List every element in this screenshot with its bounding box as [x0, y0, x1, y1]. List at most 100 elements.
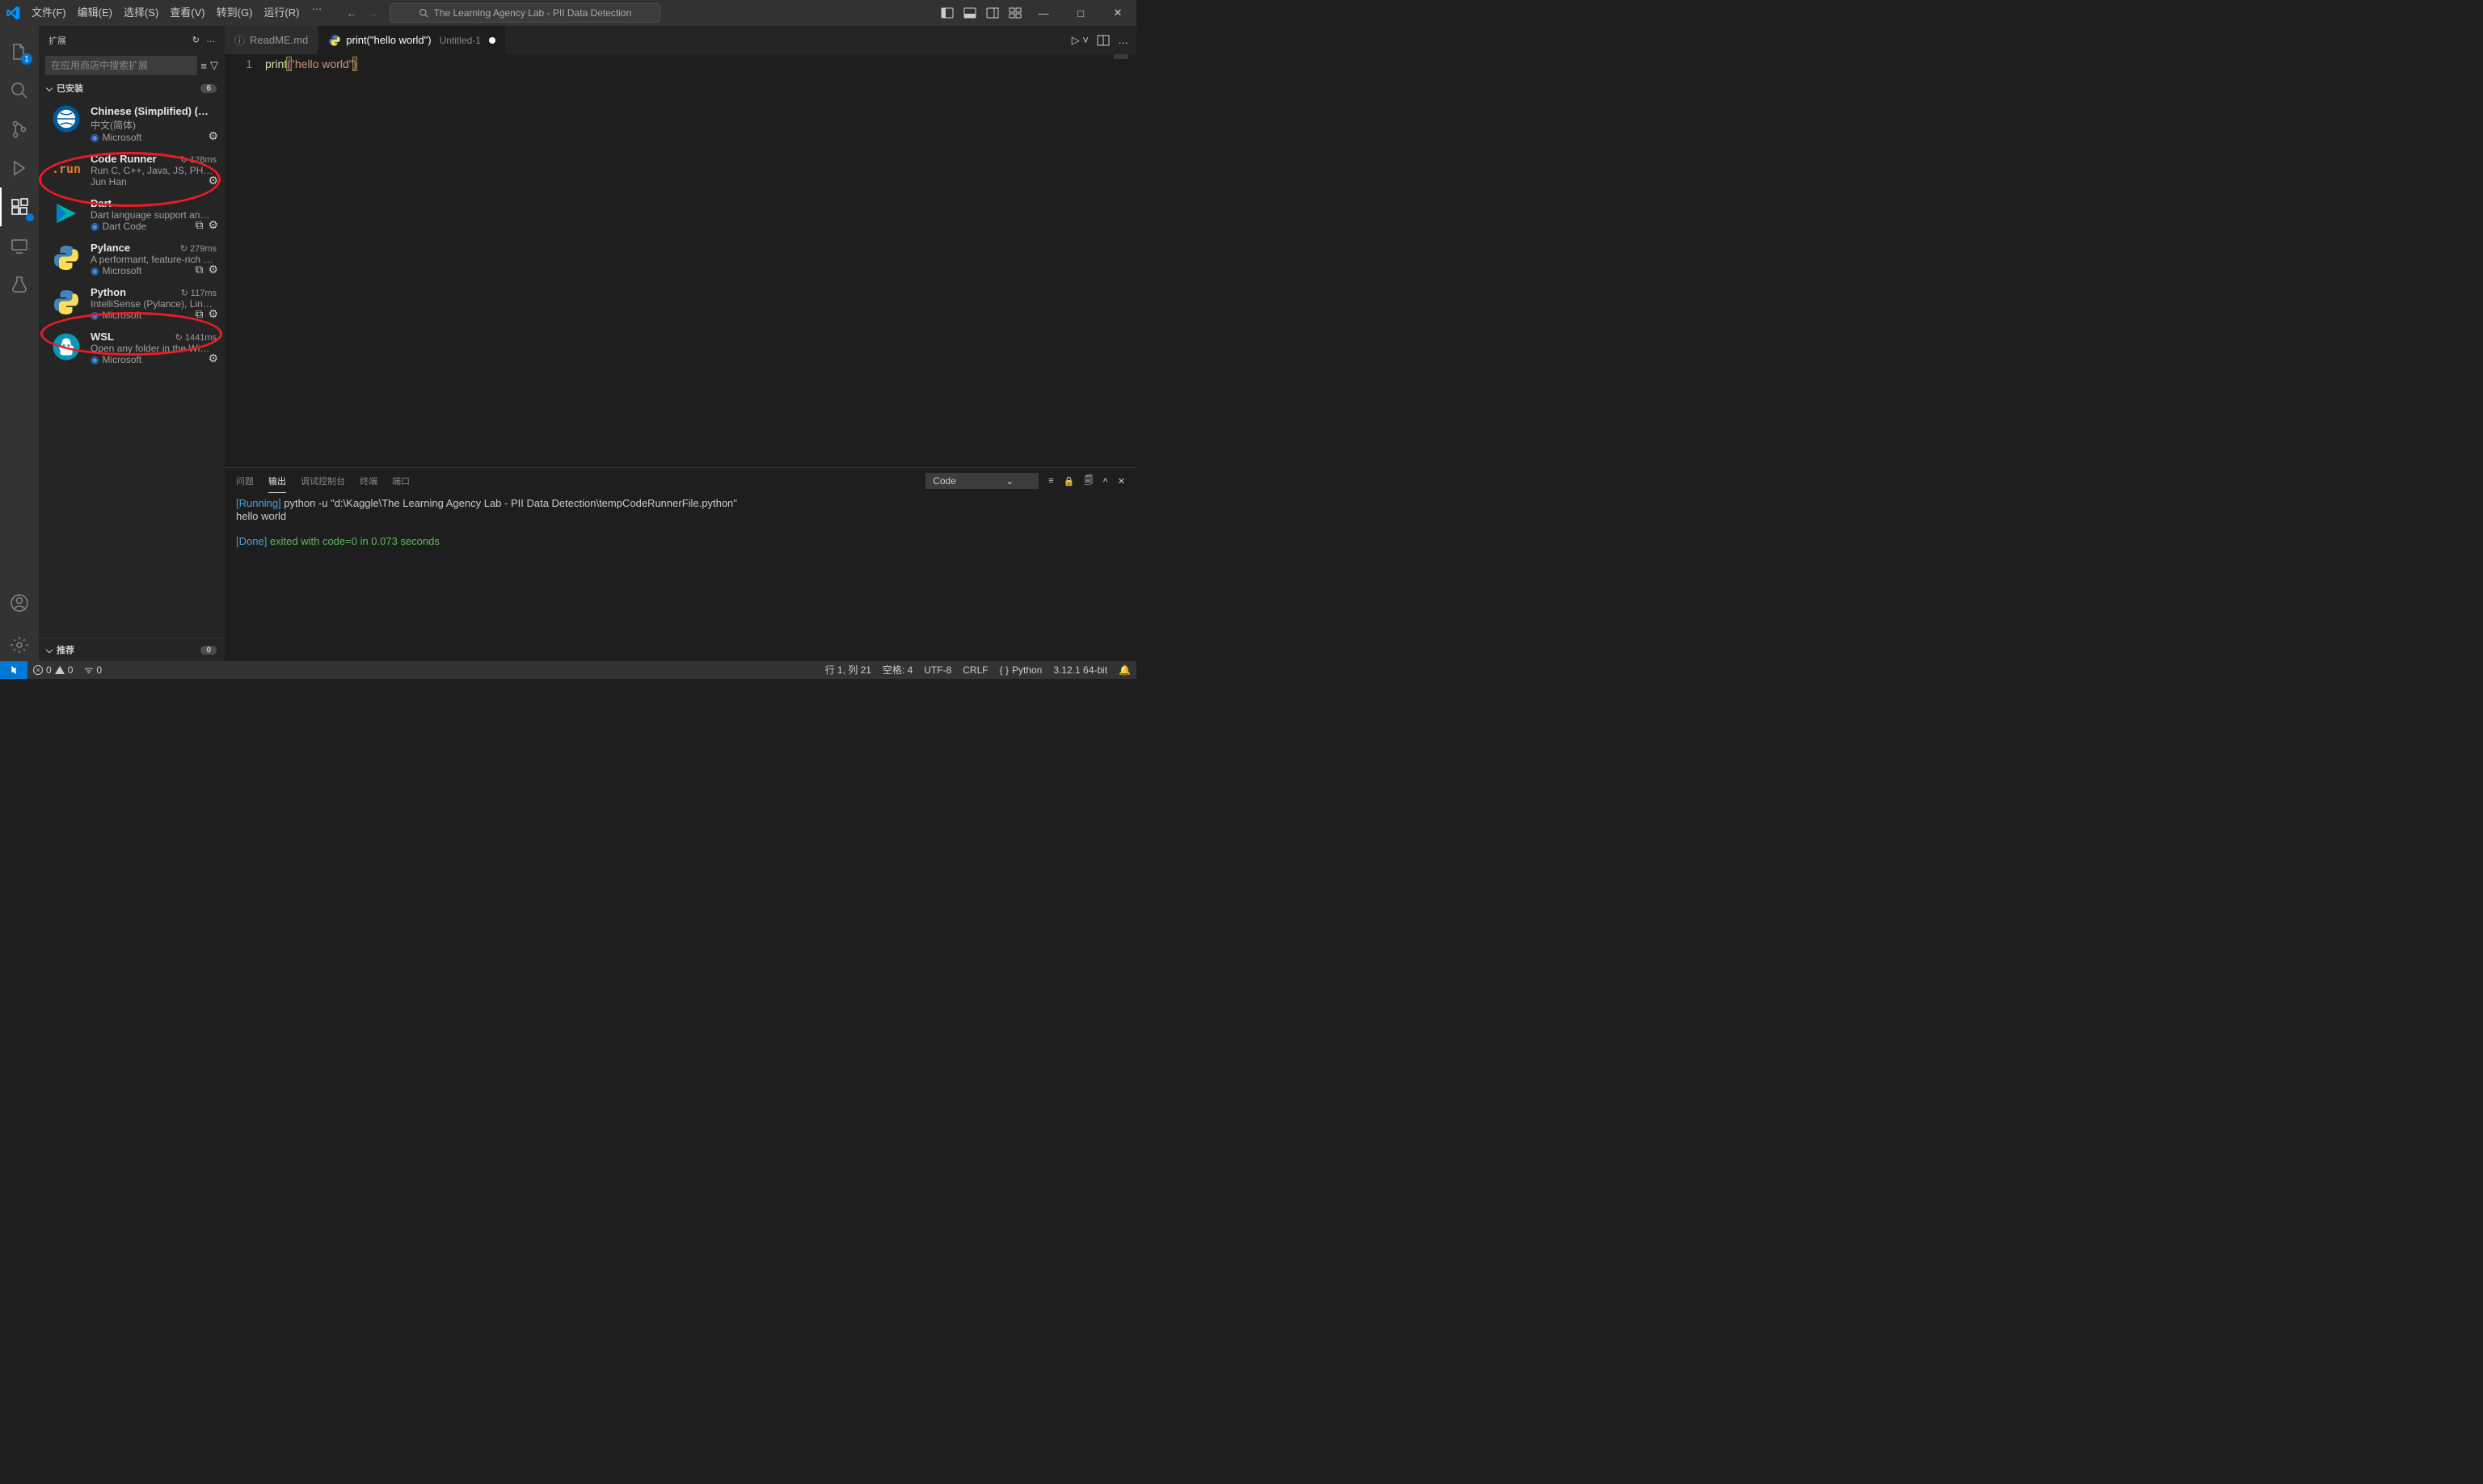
more-icon[interactable]: …	[206, 35, 215, 45]
command-center[interactable]: The Learning Agency Lab - PII Data Detec…	[390, 3, 660, 23]
extensions-badge	[26, 213, 34, 221]
extension-item[interactable]: WSLOpen any folder in the Win…◉Microsoft…	[39, 326, 225, 370]
activity-accounts-icon[interactable]	[0, 584, 39, 622]
status-ports[interactable]: ᯤ0	[78, 661, 107, 679]
sidebar-title: 扩展	[48, 34, 66, 47]
activity-run-debug-icon[interactable]	[0, 149, 39, 188]
split-editor-icon[interactable]	[1097, 34, 1110, 47]
menu-select[interactable]: 选择(S)	[118, 0, 164, 26]
activation-time: ↻279ms	[180, 243, 217, 254]
status-problems[interactable]: ×0 0	[27, 661, 78, 679]
gear-icon[interactable]: ⚙	[208, 307, 218, 321]
status-eol[interactable]: CRLF	[957, 661, 993, 679]
switch-icon[interactable]: ⧉	[195, 307, 203, 321]
word-wrap-icon[interactable]: ≡	[1048, 476, 1053, 486]
close-icon[interactable]: ✕	[1099, 0, 1136, 26]
status-bar: ×0 0 ᯤ0 行 1, 列 21 空格: 4 UTF-8 CRLF { } P…	[0, 661, 1136, 679]
refresh-icon[interactable]: ↻	[192, 35, 200, 45]
extension-list: Chinese (Simplified) (简体…中文(简体)◉Microsof…	[39, 98, 225, 638]
menu-view[interactable]: 查看(V)	[164, 0, 210, 26]
ports-icon: ᯤ	[84, 661, 93, 679]
tab-more-icon[interactable]: …	[1118, 34, 1128, 46]
gear-icon[interactable]: ⚙	[208, 218, 218, 232]
tab-untitled-1[interactable]: print("hello world") Untitled-1	[318, 26, 506, 54]
clock-icon: ↻	[175, 332, 183, 343]
nav-forward-icon[interactable]: →	[368, 7, 378, 19]
status-language[interactable]: { } Python	[994, 661, 1048, 679]
panel-tab-ports[interactable]: 端口	[392, 470, 410, 492]
activation-time: ↻1441ms	[175, 332, 217, 343]
title-bar: 文件(F) 编辑(E) 选择(S) 查看(V) 转到(G) 运行(R) … ← …	[0, 0, 1136, 26]
status-interpreter[interactable]: 3.12.1 64-bit	[1048, 661, 1113, 679]
chevron-down-icon	[46, 85, 53, 91]
minimize-icon[interactable]: —	[1025, 0, 1062, 26]
run-code-icon[interactable]: ▷ ˅	[1072, 34, 1089, 47]
clear-output-icon[interactable]: 🗐	[1084, 474, 1093, 489]
extension-search-input[interactable]	[45, 56, 197, 75]
output-channel-select[interactable]: Code ⌄	[925, 473, 1039, 489]
switch-icon[interactable]: ⧉	[195, 263, 203, 276]
extension-item[interactable]: PylanceA performant, feature-rich l…◉Mic…	[39, 237, 225, 281]
clear-filter-icon[interactable]: ▽	[210, 59, 218, 72]
extension-item[interactable]: Chinese (Simplified) (简体…中文(简体)◉Microsof…	[39, 98, 225, 148]
menu-edit[interactable]: 编辑(E)	[72, 0, 118, 26]
nav-back-icon[interactable]: ←	[346, 7, 356, 19]
verified-icon: ◉	[91, 310, 99, 321]
panel-tab-terminal[interactable]: 终端	[360, 470, 377, 492]
switch-icon[interactable]: ⧉	[195, 218, 203, 232]
maximize-icon[interactable]: □	[1062, 0, 1099, 26]
extension-icon	[50, 331, 82, 363]
activity-search-icon[interactable]	[0, 71, 39, 110]
filter-icon[interactable]: ≡	[200, 60, 207, 72]
toggle-secondary-sidebar-icon[interactable]	[986, 6, 999, 19]
customize-layout-icon[interactable]	[1009, 6, 1022, 19]
panel-close-icon[interactable]: ✕	[1118, 476, 1125, 487]
panel-tab-debug[interactable]: 调试控制台	[301, 470, 345, 492]
command-center-text: The Learning Agency Lab - PII Data Detec…	[433, 7, 631, 19]
gear-icon[interactable]: ⚙	[208, 129, 218, 143]
python-icon	[328, 34, 341, 47]
activity-extensions-icon[interactable]	[0, 188, 39, 226]
activation-time: ↻117ms	[181, 288, 217, 298]
status-notifications-icon[interactable]: 🔔	[1113, 661, 1136, 679]
lock-scroll-icon[interactable]: 🔒	[1064, 476, 1075, 487]
extension-publisher: ◉Microsoft	[91, 132, 215, 143]
extension-icon	[50, 286, 82, 318]
remote-indicator[interactable]	[0, 661, 27, 679]
section-installed[interactable]: 已安装 6	[39, 78, 225, 98]
menu-file[interactable]: 文件(F)	[26, 0, 72, 26]
line-number: 1	[246, 57, 252, 70]
toggle-panel-icon[interactable]	[963, 6, 976, 19]
output-body[interactable]: [Running] python -u "d:\Kaggle\The Learn…	[225, 494, 1136, 661]
gear-icon[interactable]: ⚙	[208, 352, 218, 365]
code-editor[interactable]: 1 print("hello world")	[225, 54, 1136, 467]
status-encoding[interactable]: UTF-8	[918, 661, 957, 679]
chevron-down-icon	[46, 647, 53, 653]
status-spaces[interactable]: 空格: 4	[877, 661, 918, 679]
dirty-indicator	[489, 37, 495, 44]
extension-item[interactable]: .runCode RunnerRun C, C++, Java, JS, PHP…	[39, 148, 225, 192]
verified-icon: ◉	[91, 221, 99, 232]
menu-overflow-icon[interactable]: …	[305, 0, 328, 26]
verified-icon: ◉	[91, 265, 99, 276]
section-recommended[interactable]: 推荐 0	[39, 638, 225, 661]
extension-item[interactable]: PythonIntelliSense (Pylance), Lintin…◉Mi…	[39, 281, 225, 326]
tab-readme[interactable]: ⓘ ReadME.md	[225, 26, 318, 54]
minimap[interactable]	[1114, 54, 1128, 59]
status-line-col[interactable]: 行 1, 列 21	[820, 661, 877, 679]
panel-maximize-icon[interactable]: ˄	[1102, 476, 1107, 486]
activity-source-control-icon[interactable]	[0, 110, 39, 149]
menu-goto[interactable]: 转到(G)	[211, 0, 259, 26]
gear-icon[interactable]: ⚙	[208, 263, 218, 276]
menu-run[interactable]: 运行(R)	[258, 0, 305, 26]
activity-testing-icon[interactable]	[0, 265, 39, 304]
gear-icon[interactable]: ⚙	[208, 174, 218, 188]
activity-explorer-icon[interactable]: 1	[0, 32, 39, 71]
extension-item[interactable]: DartDart language support and …◉Dart Cod…	[39, 192, 225, 237]
clock-icon: ↻	[180, 243, 188, 254]
toggle-primary-sidebar-icon[interactable]	[941, 6, 954, 19]
activity-remote-icon[interactable]	[0, 226, 39, 265]
activity-settings-icon[interactable]	[0, 629, 39, 661]
panel-tab-output[interactable]: 输出	[268, 470, 286, 493]
panel-tab-problems[interactable]: 问题	[236, 470, 254, 492]
